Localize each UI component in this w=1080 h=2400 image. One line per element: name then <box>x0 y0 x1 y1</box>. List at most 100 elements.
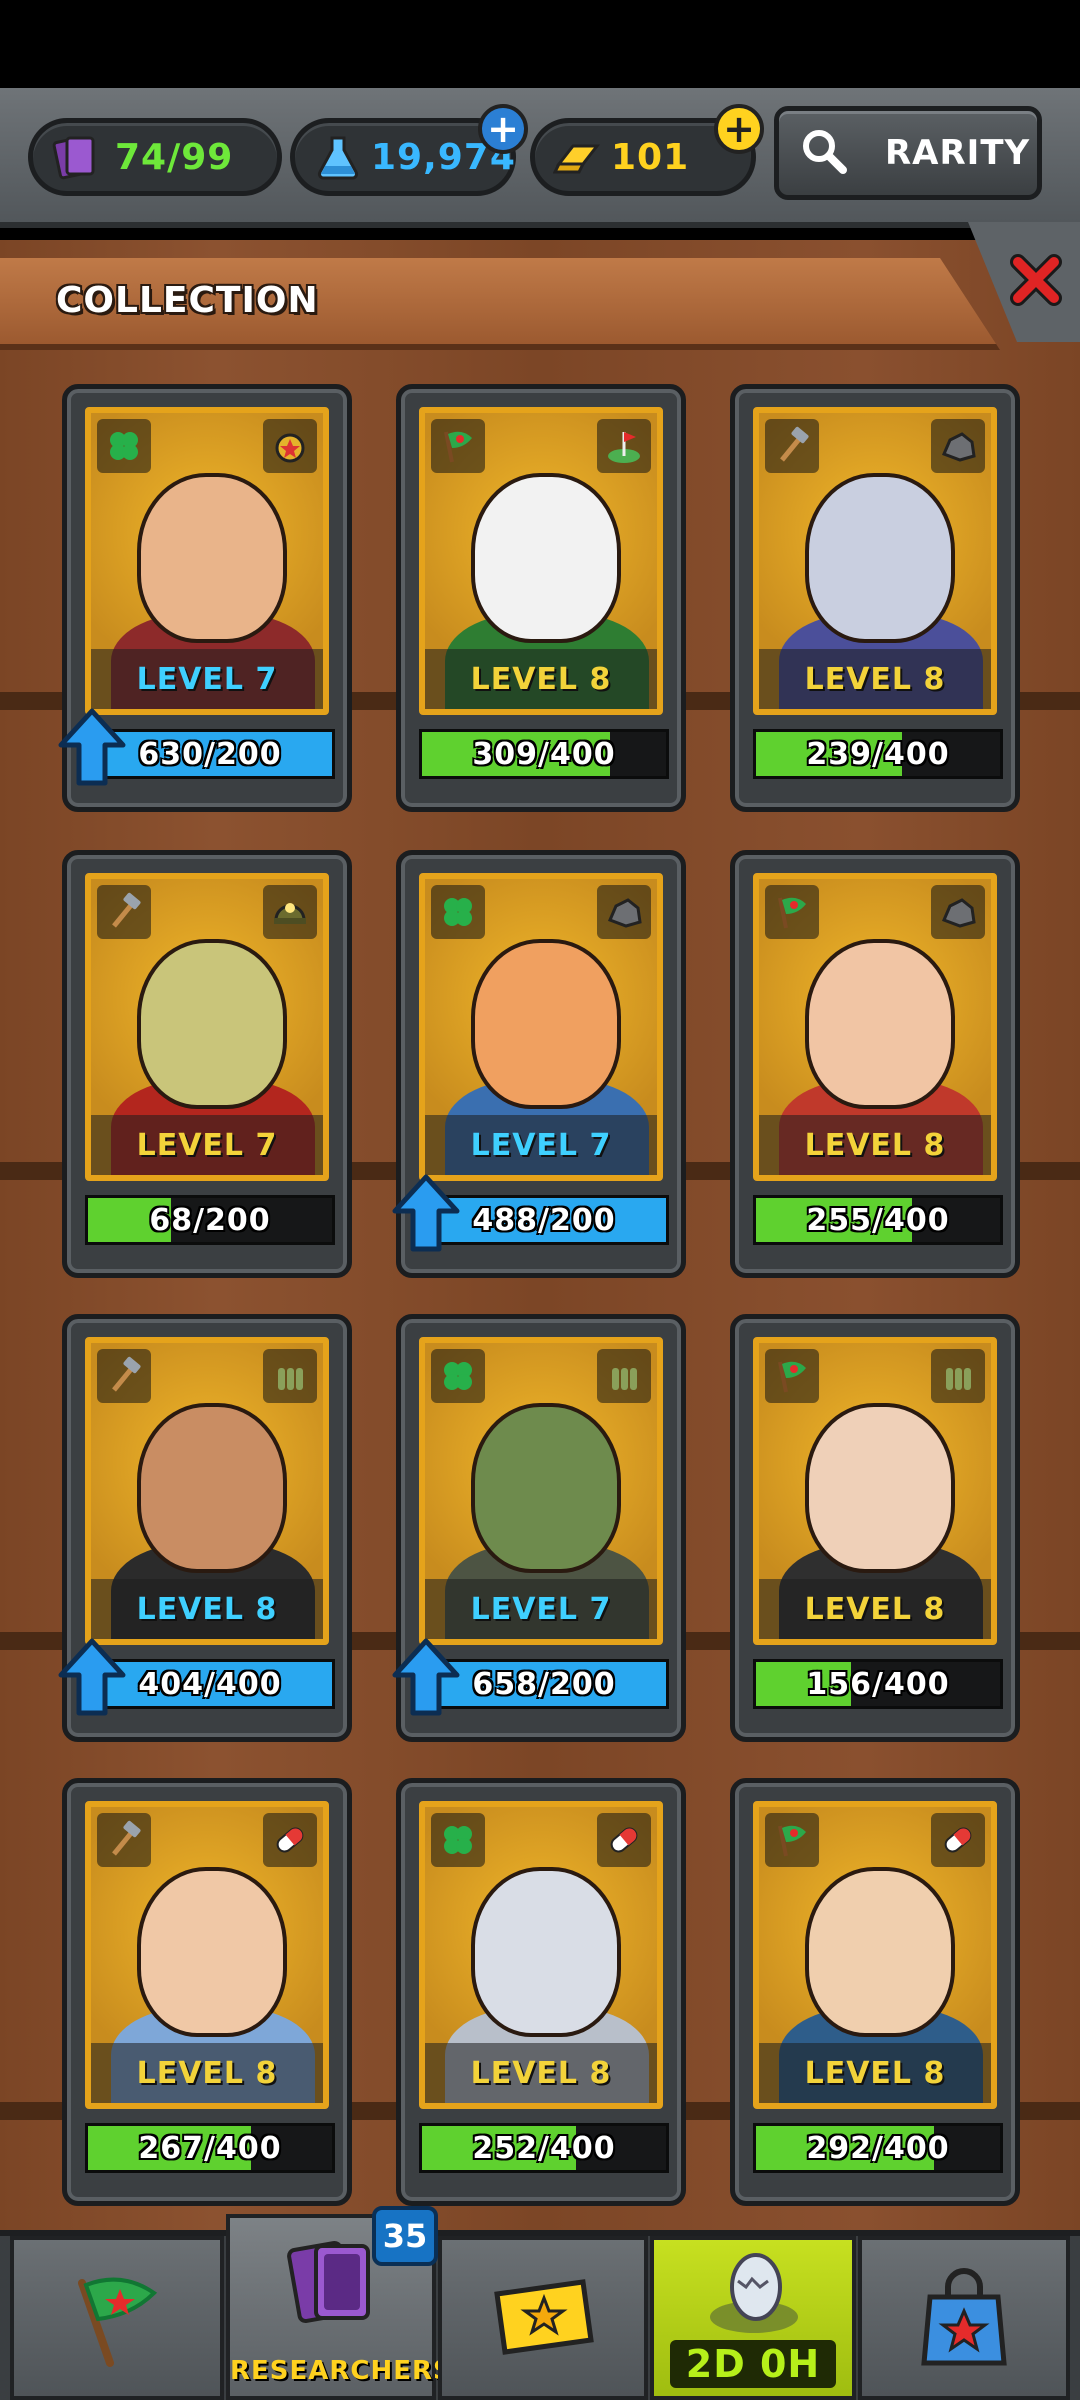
cards-count: 74/99 <box>115 136 234 178</box>
hammer-icon <box>765 419 819 473</box>
card-progress-bar: 267/400 <box>85 2123 335 2173</box>
ammo-icon <box>931 1349 985 1403</box>
egg-timer-label: 2D 0H <box>670 2340 836 2388</box>
researcher-portrait: LEVEL 8 <box>419 407 663 715</box>
rarity-label: RARITY <box>885 133 1031 173</box>
progress-text: 252/400 <box>472 2130 616 2166</box>
researcher-portrait: LEVEL 7 <box>419 1337 663 1645</box>
flag-icon <box>765 885 819 939</box>
search-icon <box>799 126 849 180</box>
pill-icon <box>597 1813 651 1867</box>
gold-bar-icon <box>553 132 603 182</box>
rock-icon <box>931 885 985 939</box>
researcher-card[interactable]: LEVEL 7 488/200 <box>392 850 686 1278</box>
researcher-portrait: LEVEL 8 <box>85 1801 329 2109</box>
upgrade-arrow-icon[interactable] <box>391 1173 461 1253</box>
level-label: LEVEL 8 <box>759 649 991 709</box>
add-gold-button[interactable]: + <box>714 104 764 154</box>
upgrade-arrow-icon[interactable] <box>391 1637 461 1717</box>
researcher-card[interactable]: LEVEL 8 255/400 <box>730 850 1020 1278</box>
ammo-icon <box>597 1349 651 1403</box>
progress-text: 156/400 <box>806 1666 950 1702</box>
close-button[interactable] <box>1008 252 1064 308</box>
clover-icon <box>431 1349 485 1403</box>
card-progress-bar: 156/400 <box>753 1659 1003 1709</box>
cards-icon <box>51 132 101 182</box>
gold-count: 101 <box>611 136 690 178</box>
researcher-card[interactable]: LEVEL 8 267/400 <box>62 1778 352 2206</box>
clover-icon <box>97 419 151 473</box>
researcher-card[interactable]: LEVEL 8 239/400 <box>730 384 1020 812</box>
upgrade-arrow-icon[interactable] <box>57 707 127 787</box>
level-label: LEVEL 7 <box>425 1579 657 1639</box>
level-label: LEVEL 7 <box>91 1115 323 1175</box>
egg-nest-icon <box>710 2253 798 2333</box>
researcher-card[interactable]: LEVEL 7 68/200 <box>62 850 352 1278</box>
golf-icon <box>597 419 651 473</box>
researcher-card[interactable]: LEVEL 8 309/400 <box>396 384 686 812</box>
status-bar <box>0 0 1080 88</box>
shopping-bag-icon <box>921 2268 1007 2366</box>
upgrade-arrow-icon[interactable] <box>57 1637 127 1717</box>
potion-flask-icon <box>313 132 363 182</box>
progress-text: 292/400 <box>806 2130 950 2166</box>
tab-missions[interactable] <box>10 2236 224 2400</box>
ammo-icon <box>263 1349 317 1403</box>
rock-icon <box>597 885 651 939</box>
flag-icon <box>765 1349 819 1403</box>
level-label: LEVEL 8 <box>91 2043 323 2103</box>
researcher-card[interactable]: LEVEL 8 404/400 <box>58 1314 352 1742</box>
flag-icon <box>78 2277 158 2367</box>
researcher-portrait: LEVEL 7 <box>85 873 329 1181</box>
level-label: LEVEL 7 <box>91 649 323 709</box>
level-label: LEVEL 8 <box>759 1579 991 1639</box>
researcher-card[interactable]: LEVEL 8 292/400 <box>730 1778 1020 2206</box>
card-progress-bar: 309/400 <box>419 729 669 779</box>
collection-title: COLLECTION <box>56 280 319 321</box>
level-label: LEVEL 8 <box>759 1115 991 1175</box>
researcher-card[interactable]: LEVEL 8 252/400 <box>396 1778 686 2206</box>
researcher-portrait: LEVEL 7 <box>419 873 663 1181</box>
level-label: LEVEL 8 <box>425 649 657 709</box>
researcher-portrait: LEVEL 8 <box>85 1337 329 1645</box>
flag-icon <box>765 1813 819 1867</box>
hammer-icon <box>97 1349 151 1403</box>
add-potion-button[interactable]: + <box>478 104 528 154</box>
cards-resource: 74/99 <box>28 118 282 196</box>
researcher-portrait: LEVEL 8 <box>753 1801 997 2109</box>
tab-egg-event[interactable]: 2D 0H <box>650 2236 856 2400</box>
researcher-portrait: LEVEL 7 <box>85 407 329 715</box>
researcher-card[interactable]: LEVEL 7 630/200 <box>58 384 352 812</box>
hammer-icon <box>97 885 151 939</box>
tab-shop[interactable] <box>858 2236 1070 2400</box>
researcher-portrait: LEVEL 8 <box>753 1337 997 1645</box>
pill-icon <box>263 1813 317 1867</box>
level-label: LEVEL 8 <box>91 1579 323 1639</box>
card-progress-bar: 292/400 <box>753 2123 1003 2173</box>
clover-icon <box>431 885 485 939</box>
flag-icon <box>431 419 485 473</box>
level-label: LEVEL 8 <box>425 2043 657 2103</box>
helmet-icon <box>263 885 317 939</box>
rock-icon <box>931 419 985 473</box>
card-progress-bar: 255/400 <box>753 1195 1003 1245</box>
progress-text: 255/400 <box>806 1202 950 1238</box>
pill-icon <box>931 1813 985 1867</box>
progress-text: 267/400 <box>138 2130 282 2166</box>
researcher-portrait: LEVEL 8 <box>753 407 997 715</box>
rarity-sort-button[interactable]: RARITY <box>774 106 1042 200</box>
progress-text: 68/200 <box>149 1202 271 1238</box>
researchers-label: RESEARCHERS <box>230 2356 453 2386</box>
researcher-portrait: LEVEL 8 <box>753 873 997 1181</box>
researcher-card[interactable]: LEVEL 8 156/400 <box>730 1314 1020 1742</box>
card-progress-bar: 239/400 <box>753 729 1003 779</box>
level-label: LEVEL 7 <box>425 1115 657 1175</box>
researcher-portrait: LEVEL 8 <box>419 1801 663 2109</box>
progress-text: 309/400 <box>472 736 616 772</box>
tab-tickets[interactable] <box>438 2236 648 2400</box>
collection-header: COLLECTION <box>0 258 1000 350</box>
researcher-card[interactable]: LEVEL 7 658/200 <box>392 1314 686 1742</box>
medal-icon <box>263 419 317 473</box>
hammer-icon <box>97 1813 151 1867</box>
level-label: LEVEL 8 <box>759 2043 991 2103</box>
